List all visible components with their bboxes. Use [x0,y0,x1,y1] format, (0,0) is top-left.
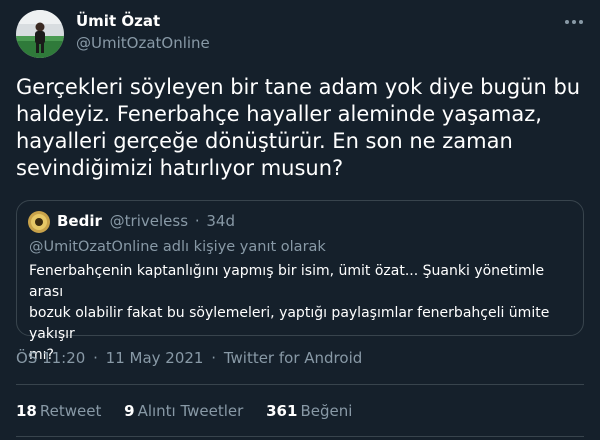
quote-tweet-count: 9 [124,402,135,420]
profile-photo-icon [16,10,64,58]
retweet-count: 18 [16,402,37,420]
tweet-date[interactable]: 11 May 2021 [106,349,204,367]
tweet-text-line: sevindiğimizi hatırlıyor musun? [16,156,344,180]
tweet-text: Gerçekleri söyleyen bir tane adam yok di… [16,74,588,182]
quote-text-line: Fenerbahçenin kaptanlığını yapmış bir is… [29,263,545,300]
meta-separator: · [211,349,217,367]
like-count: 361 [266,402,298,420]
quote-tweet-label: Alıntı Tweetler [137,402,244,420]
quoted-tweet-card[interactable]: Bedir @triveless · 34d @UmitOzatOnline a… [16,200,584,363]
like-label: Beğeni [300,402,353,420]
tweet-text-line: haldeyiz. Fenerbahçe hayaller aleminde y… [16,102,542,126]
divider [16,436,584,437]
tweet-stats: 18 Retweet 9 Alıntı Tweetler 361 Beğeni [16,402,370,420]
tweet-source[interactable]: Twitter for Android [224,349,362,367]
tweet-meta: ÖS 11:20 · 11 May 2021 · Twitter for And… [16,349,362,367]
tweet-text-line: Gerçekleri söyleyen bir tane adam yok di… [16,75,581,99]
tweet-text-line: hayalleri gerçeğe dönüştürür. En son ne … [16,129,513,153]
quote-avatar [28,211,50,233]
quote-profile-photo-icon [28,211,50,233]
author-avatar[interactable] [16,10,64,58]
quote-author-handle: @triveless [109,212,189,230]
quote-text-line: bozuk olabilir fakat bu söylemeleri, yap… [29,305,550,342]
more-dots-icon[interactable] [560,12,588,32]
tweet-time[interactable]: ÖS 11:20 [16,349,85,367]
retweet-stat[interactable]: 18 Retweet [16,402,106,420]
author-name[interactable]: Ümit Özat [76,12,160,30]
quote-reply-context: @UmitOzatOnline adlı kişiye yanıt olarak [29,239,326,255]
retweet-label: Retweet [39,402,102,420]
quote-time: 34d [206,212,235,230]
meta-separator: · [93,349,98,367]
quote-header: Bedir @triveless · 34d [57,212,235,230]
quote-separator: · [194,212,200,230]
quote-tweet-stat[interactable]: 9 Alıntı Tweetler [124,402,248,420]
like-stat[interactable]: 361 Beğeni [266,402,352,420]
quote-author-name: Bedir [57,212,102,230]
author-handle[interactable]: @UmitOzatOnline [76,34,210,52]
divider [16,384,584,385]
tweet-detail: Ümit Özat @UmitOzatOnline Gerçekleri söy… [0,0,600,440]
